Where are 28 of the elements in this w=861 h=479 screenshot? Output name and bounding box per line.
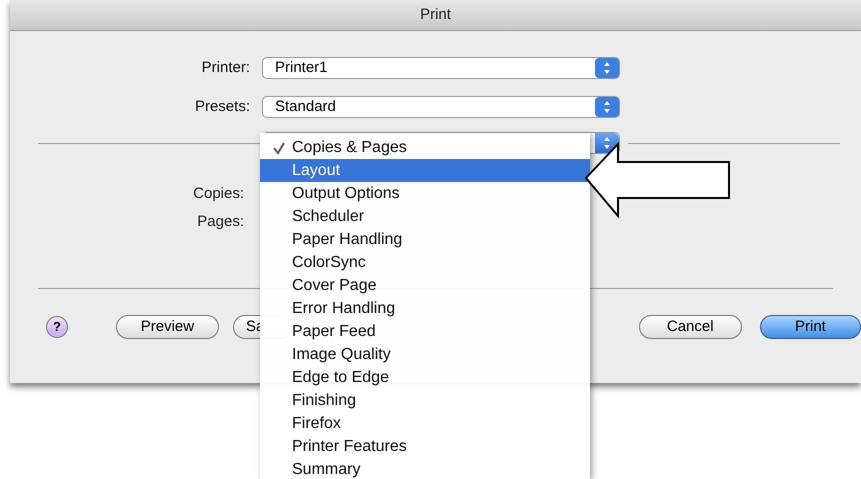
- menu-item[interactable]: Printer Features: [260, 435, 590, 458]
- field-label: Printer:: [200, 58, 250, 78]
- menu-item[interactable]: Copies & Pages: [260, 136, 590, 159]
- window-title: Print: [10, 0, 861, 31]
- menu-item[interactable]: Image Quality: [260, 343, 590, 366]
- stepper-icon: [595, 97, 619, 117]
- help-button[interactable]: ?: [46, 316, 68, 338]
- menu-item[interactable]: Firefox: [260, 412, 590, 435]
- checkmark-icon: [272, 140, 286, 154]
- menu-item[interactable]: Summary: [260, 458, 590, 479]
- menu-item[interactable]: Cover Page: [260, 274, 590, 297]
- menu-item[interactable]: Paper Handling: [260, 228, 590, 251]
- menu-item[interactable]: ColorSync: [260, 251, 590, 274]
- popup-menu-button[interactable]: Printer1: [262, 57, 620, 79]
- field-label: Copies:: [192, 184, 244, 203]
- menu-item[interactable]: Layout: [260, 159, 590, 182]
- field-label: Presets:: [194, 96, 250, 117]
- print-button[interactable]: Print: [760, 315, 861, 339]
- menu-item[interactable]: Finishing: [260, 389, 590, 412]
- stepper-icon: [595, 58, 619, 78]
- popup-menu-button[interactable]: Standard: [262, 96, 620, 118]
- menu-item[interactable]: Edge to Edge: [260, 366, 590, 389]
- menu-item[interactable]: Output Options: [260, 182, 590, 205]
- field-label: Pages:: [196, 212, 244, 231]
- menu-item[interactable]: Error Handling: [260, 297, 590, 320]
- cancel-button[interactable]: Cancel: [638, 315, 742, 339]
- preview-button[interactable]: Preview: [116, 315, 220, 339]
- menu-item[interactable]: Scheduler: [260, 205, 590, 228]
